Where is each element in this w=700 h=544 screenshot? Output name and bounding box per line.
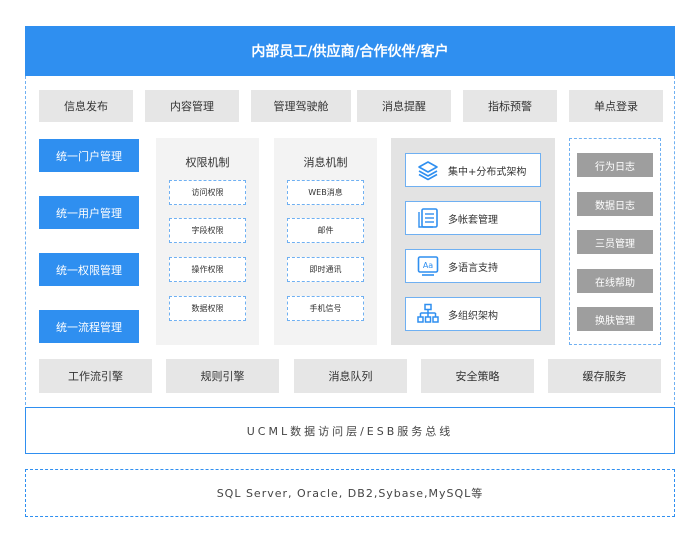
message-item-sms[interactable]: 手机信号 [287,296,364,321]
top-tile-content-management[interactable]: 内容管理 [145,90,239,122]
left-item-user-management[interactable]: 统一用户管理 [39,196,139,229]
header-title: 内部员工/供应商/合作伙伴/客户 [251,44,449,60]
right-item-data-log[interactable]: 数据日志 [577,192,653,216]
feature-multi-language[interactable]: Aa 多语言支持 [405,249,541,283]
data-access-layer-label: UCML数据访问层/ESB服务总线 [246,424,454,438]
database-layer-label: SQL Server, Oracle, DB2,Sybase,MySQL等 [216,487,484,500]
feature-label: 集中+分布式架构 [448,166,527,178]
message-item-im[interactable]: 即时通讯 [287,257,364,282]
top-tile-indicator-warning[interactable]: 指标预警 [463,90,557,122]
feature-multi-account[interactable]: 多帐套管理 [405,201,541,235]
right-item-skin-management[interactable]: 换肤管理 [577,307,653,331]
database-layer: SQL Server, Oracle, DB2,Sybase,MySQL等 [25,469,675,517]
header-banner: 内部员工/供应商/合作伙伴/客户 [25,26,675,76]
permission-item-access[interactable]: 访问权限 [169,180,246,205]
left-item-process-management[interactable]: 统一流程管理 [39,310,139,343]
feature-distributed-architecture[interactable]: 集中+分布式架构 [405,153,541,187]
top-tile-single-sign-on[interactable]: 单点登录 [569,90,663,122]
layers-icon [418,161,438,181]
bottom-tile-rule-engine[interactable]: 规则引擎 [166,359,279,393]
bottom-tile-workflow-engine[interactable]: 工作流引擎 [39,359,152,393]
right-item-three-member-management[interactable]: 三员管理 [577,230,653,254]
feature-label: 多帐套管理 [448,214,498,226]
svg-text:Aa: Aa [423,261,433,270]
message-item-web[interactable]: WEB消息 [287,180,364,205]
left-item-portal-management[interactable]: 统一门户管理 [39,139,139,172]
list-document-icon [418,208,438,228]
permission-item-field[interactable]: 字段权限 [169,218,246,243]
org-chart-icon [417,303,439,323]
right-item-behavior-log[interactable]: 行为日志 [577,153,653,177]
feature-label: 多语言支持 [448,262,498,274]
bottom-tile-security-policy[interactable]: 安全策略 [421,359,534,393]
data-access-layer: UCML数据访问层/ESB服务总线 [25,407,675,454]
permission-item-operation[interactable]: 操作权限 [169,257,246,282]
top-tile-info-publish[interactable]: 信息发布 [39,90,133,122]
feature-label: 多组织架构 [448,310,498,322]
message-panel-title: 消息机制 [303,156,348,169]
language-icon: Aa [417,256,439,276]
permission-panel-title: 权限机制 [185,156,230,169]
permission-item-data[interactable]: 数据权限 [169,296,246,321]
left-item-permission-management[interactable]: 统一权限管理 [39,253,139,286]
right-item-online-help[interactable]: 在线帮助 [577,269,653,293]
bottom-tile-cache-service[interactable]: 缓存服务 [548,359,661,393]
bottom-tile-message-queue[interactable]: 消息队列 [294,359,407,393]
top-tile-message-alert[interactable]: 消息提醒 [357,90,451,122]
message-item-mail[interactable]: 邮件 [287,218,364,243]
feature-multi-organization[interactable]: 多组织架构 [405,297,541,331]
top-tile-dashboard[interactable]: 管理驾驶舱 [251,90,351,122]
